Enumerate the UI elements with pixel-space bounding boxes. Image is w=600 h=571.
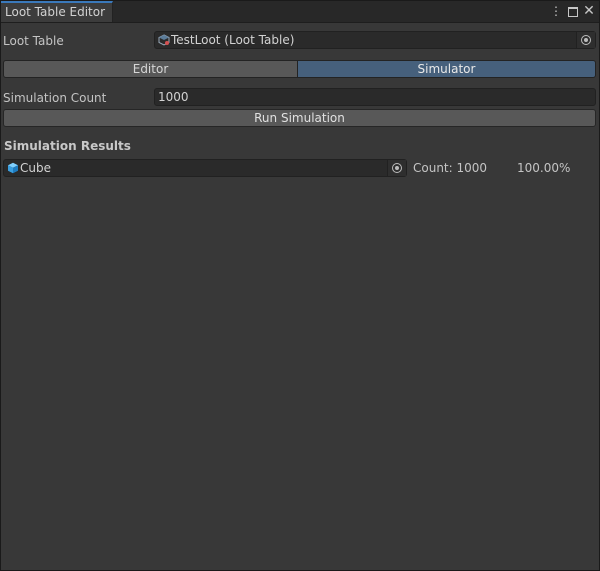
result-percent: 100.00%: [517, 161, 571, 175]
simulation-count-label: Simulation Count: [3, 91, 107, 105]
simulation-results-heading: Simulation Results: [4, 139, 131, 153]
tab-editor[interactable]: Editor: [3, 60, 298, 78]
loot-table-object-field[interactable]: TestLoot (Loot Table): [154, 31, 596, 49]
loot-table-value: TestLoot (Loot Table): [171, 33, 295, 47]
object-picker-icon[interactable]: [387, 160, 406, 176]
window-tabbar: Loot Table Editor ⋮ ✕: [1, 1, 599, 23]
result-item-object-field[interactable]: Cube: [3, 159, 407, 177]
scriptable-object-icon: [158, 34, 170, 46]
result-count: Count: 1000: [413, 161, 488, 175]
cube-icon: [8, 162, 18, 174]
loot-table-editor-window: Loot Table Editor ⋮ ✕ Loot Table TestLoo…: [0, 0, 600, 571]
loot-table-label: Loot Table: [3, 34, 64, 48]
kebab-menu-icon[interactable]: ⋮: [549, 3, 563, 19]
result-item-name: Cube: [20, 161, 51, 175]
tab-loot-table-editor[interactable]: Loot Table Editor: [1, 1, 113, 22]
run-simulation-button[interactable]: Run Simulation: [3, 109, 596, 127]
simulation-count-input[interactable]: 1000: [154, 88, 596, 106]
close-icon[interactable]: ✕: [582, 3, 596, 19]
tab-simulator[interactable]: Simulator: [297, 60, 596, 78]
maximize-icon[interactable]: [566, 3, 580, 19]
object-picker-icon[interactable]: [576, 32, 595, 48]
